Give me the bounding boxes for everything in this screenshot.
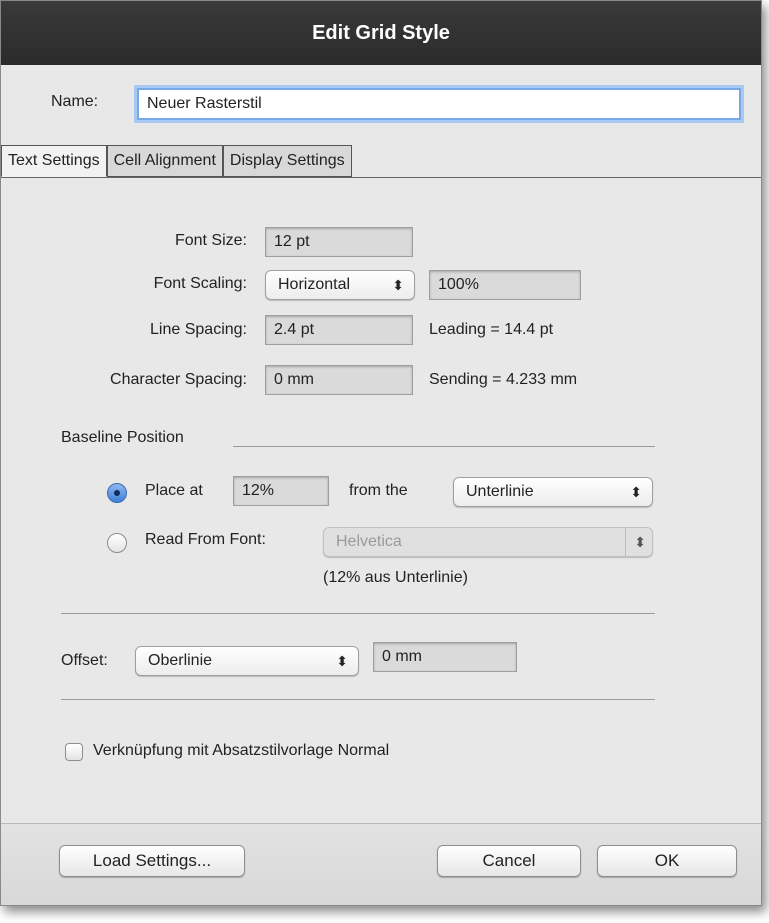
place-at-label: Place at [145, 482, 203, 499]
name-input[interactable]: Neuer Rasterstil [137, 88, 741, 120]
baseline-font-note: (12% aus Unterlinie) [323, 569, 468, 586]
baseline-reference-value: Unterlinie [466, 483, 534, 500]
from-the-label: from the [349, 482, 408, 499]
tab-display-settings[interactable]: Display Settings [222, 145, 352, 177]
name-label: Name: [51, 93, 99, 110]
font-scaling-popup-value: Horizontal [278, 276, 351, 293]
section-divider [61, 699, 655, 700]
baseline-font-popup[interactable]: Helvetica ⬍ [323, 527, 653, 557]
tab-divider [1, 177, 761, 178]
popup-arrows-icon: ⬍ [392, 277, 404, 293]
baseline-position-heading: Baseline Position [61, 429, 184, 446]
sending-readout: Sending = 4.233 mm [429, 371, 578, 388]
font-scaling-field[interactable]: 100% [429, 270, 581, 300]
tab-cell-alignment[interactable]: Cell Alignment [106, 145, 223, 177]
read-from-font-radio[interactable] [107, 533, 127, 553]
font-size-field[interactable]: 12 pt [265, 227, 413, 257]
load-settings-button[interactable]: Load Settings... [59, 845, 245, 877]
character-spacing-field[interactable]: 0 mm [265, 365, 413, 395]
place-at-field[interactable]: 12% [233, 476, 329, 506]
character-spacing-label: Character Spacing: [110, 371, 247, 388]
tab-text-settings[interactable]: Text Settings [1, 145, 107, 177]
font-scaling-popup[interactable]: Horizontal ⬍ [265, 270, 415, 300]
offset-popup-value: Oberlinie [148, 652, 213, 669]
popup-arrows-icon: ⬍ [336, 653, 348, 669]
section-divider [61, 613, 655, 614]
place-at-radio[interactable] [107, 483, 127, 503]
button-bar: Load Settings... Cancel OK [1, 824, 761, 905]
link-paragraph-style-checkbox[interactable] [65, 743, 83, 761]
popup-arrows-icon: ⬍ [625, 528, 646, 556]
cancel-button[interactable]: Cancel [437, 845, 581, 877]
edit-grid-style-dialog: Edit Grid Style Name: Neuer Rasterstil T… [0, 0, 762, 906]
baseline-reference-popup[interactable]: Unterlinie ⬍ [453, 477, 653, 507]
offset-label: Offset: [61, 652, 108, 669]
offset-popup[interactable]: Oberlinie ⬍ [135, 646, 359, 676]
ok-button[interactable]: OK [597, 845, 737, 877]
read-from-font-label: Read From Font: [145, 531, 266, 548]
tab-bar: Text Settings Cell Alignment Display Set… [1, 145, 352, 177]
font-scaling-label: Font Scaling: [153, 275, 247, 292]
baseline-font-value: Helvetica [336, 533, 402, 550]
dialog-title: Edit Grid Style [1, 1, 761, 65]
link-paragraph-style-label: Verknüpfung mit Absatzstilvorlage Normal [93, 742, 390, 759]
baseline-position-rule [233, 446, 655, 447]
line-spacing-label: Line Spacing: [150, 321, 247, 338]
leading-readout: Leading = 14.4 pt [429, 321, 554, 338]
font-size-label: Font Size: [174, 232, 247, 249]
offset-field[interactable]: 0 mm [373, 642, 517, 672]
line-spacing-field[interactable]: 2.4 pt [265, 315, 413, 345]
popup-arrows-icon: ⬍ [630, 484, 642, 500]
